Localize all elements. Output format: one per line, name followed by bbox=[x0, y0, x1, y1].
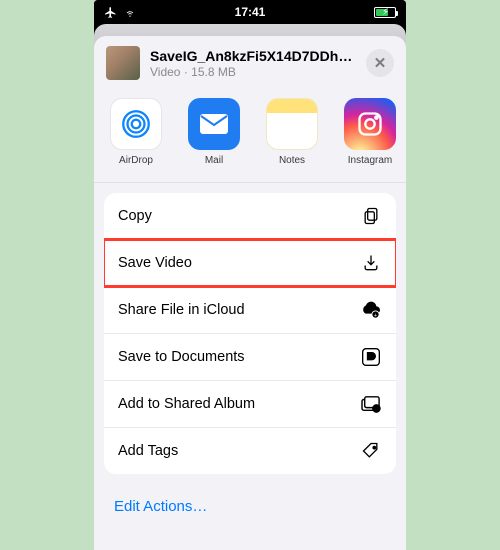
copy-icon bbox=[360, 205, 382, 227]
action-label: Save Video bbox=[118, 255, 192, 271]
battery-icon: ⚡︎ bbox=[374, 7, 396, 18]
action-label: Copy bbox=[118, 208, 152, 224]
svg-text:+: + bbox=[374, 313, 377, 319]
shared-album-icon: + bbox=[360, 393, 382, 415]
share-targets-row[interactable]: AirDrop Mail Notes Instagram bbox=[94, 92, 406, 183]
share-target-mail[interactable]: Mail bbox=[186, 98, 242, 166]
icloud-share-icon: + bbox=[360, 299, 382, 321]
instagram-icon bbox=[344, 98, 396, 150]
share-sheet: SaveIG_An8kzFi5X14D7DDhXM... Video · 15.… bbox=[94, 36, 406, 550]
close-icon: ✕ bbox=[374, 54, 387, 72]
action-copy[interactable]: Copy bbox=[104, 193, 396, 240]
action-share-icloud[interactable]: Share File in iCloud + bbox=[104, 287, 396, 334]
action-shared-album[interactable]: Add to Shared Album + bbox=[104, 381, 396, 428]
notes-icon bbox=[266, 98, 318, 150]
action-label: Add to Shared Album bbox=[118, 396, 255, 412]
phone-frame: 17:41 ⚡︎ SaveIG_An8kzFi5X14D7DDhXM... Vi… bbox=[94, 0, 406, 550]
svg-text:+: + bbox=[375, 407, 378, 413]
status-bar: 17:41 ⚡︎ bbox=[94, 0, 406, 24]
share-target-notes[interactable]: Notes bbox=[264, 98, 320, 166]
airplane-mode-icon bbox=[104, 6, 117, 19]
action-label: Add Tags bbox=[118, 443, 178, 459]
wifi-icon bbox=[123, 7, 137, 18]
file-thumbnail bbox=[106, 46, 140, 80]
share-target-airdrop[interactable]: AirDrop bbox=[108, 98, 164, 166]
action-save-video[interactable]: Save Video bbox=[104, 240, 396, 287]
mail-icon bbox=[188, 98, 240, 150]
action-add-tags[interactable]: Add Tags bbox=[104, 428, 396, 474]
actions-list: Copy Save Video Share File in iCloud + S… bbox=[104, 193, 396, 474]
file-subtitle: Video · 15.8 MB bbox=[150, 65, 356, 79]
status-bar-time: 17:41 bbox=[94, 5, 406, 19]
action-label: Save to Documents bbox=[118, 349, 245, 365]
documents-app-icon bbox=[360, 346, 382, 368]
close-button[interactable]: ✕ bbox=[366, 49, 394, 77]
file-name-label: SaveIG_An8kzFi5X14D7DDhXM... bbox=[150, 48, 356, 64]
action-save-documents[interactable]: Save to Documents bbox=[104, 334, 396, 381]
share-target-instagram[interactable]: Instagram bbox=[342, 98, 398, 166]
edit-actions-link[interactable]: Edit Actions… bbox=[94, 484, 406, 533]
airdrop-icon bbox=[110, 98, 162, 150]
sheet-header: SaveIG_An8kzFi5X14D7DDhXM... Video · 15.… bbox=[94, 36, 406, 92]
download-icon bbox=[360, 252, 382, 274]
tag-icon bbox=[360, 440, 382, 462]
action-label: Share File in iCloud bbox=[118, 302, 245, 318]
